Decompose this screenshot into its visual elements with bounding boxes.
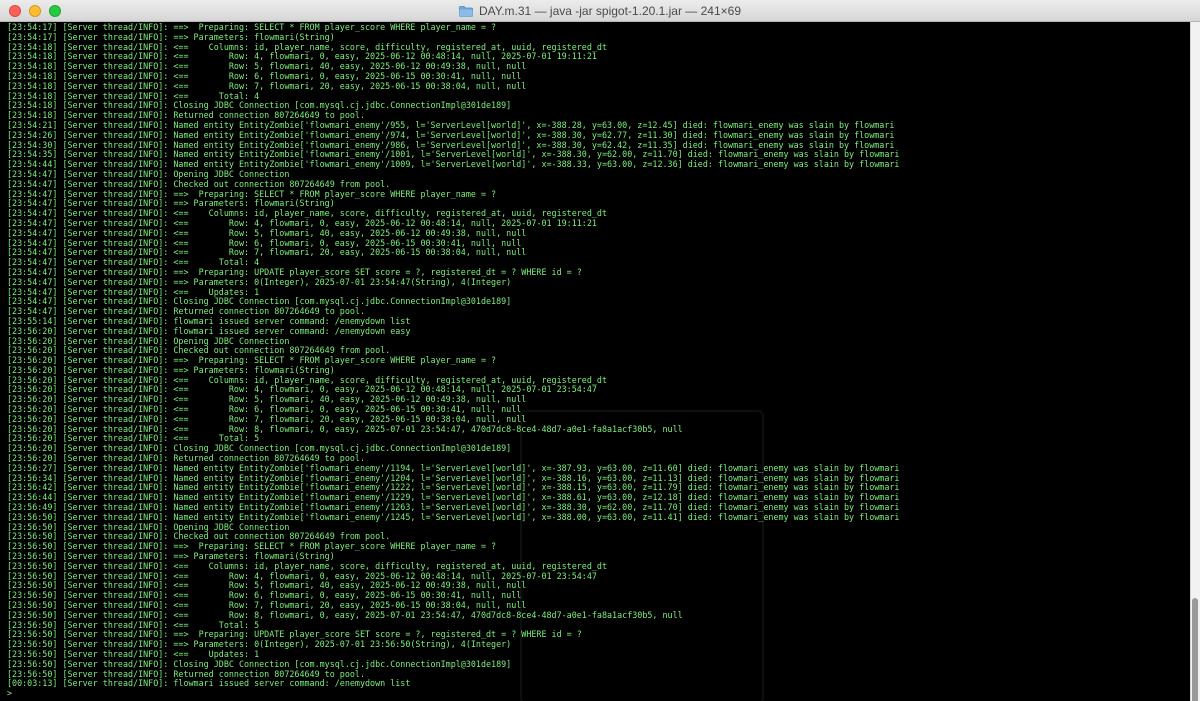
scrollbar-thumb[interactable] — [1192, 598, 1198, 701]
terminal-line: [23:56:50] [Server thread/INFO]: Named e… — [7, 512, 900, 522]
terminal-line: [23:56:20] [Server thread/INFO]: Checked… — [7, 346, 391, 356]
terminal-line: [23:56:27] [Server thread/INFO]: Named e… — [7, 463, 900, 473]
terminal-line: [23:54:47] [Server thread/INFO]: ==> Pre… — [7, 189, 497, 199]
terminal-line: [23:56:50] [Server thread/INFO]: <== Row… — [7, 571, 597, 581]
terminal-line: [23:54:18] [Server thread/INFO]: <== Row… — [7, 62, 527, 72]
prompt-symbol: > — [7, 688, 13, 699]
terminal-line: [23:56:50] [Server thread/INFO]: <== Tot… — [7, 620, 260, 630]
terminal-line: [23:56:20] [Server thread/INFO]: flowmar… — [7, 326, 411, 336]
folder-icon — [459, 5, 473, 17]
terminal-line: [23:56:50] [Server thread/INFO]: <== Row… — [7, 601, 527, 611]
terminal-line: [23:54:47] [Server thread/INFO]: Closing… — [7, 297, 512, 307]
terminal-line: [23:56:20] [Server thread/INFO]: Closing… — [7, 444, 512, 454]
terminal-line: [23:56:20] [Server thread/INFO]: <== Row… — [7, 395, 527, 405]
terminal-line: [23:54:47] [Server thread/INFO]: Checked… — [7, 179, 391, 189]
terminal-line: [23:54:47] [Server thread/INFO]: ==> Par… — [7, 199, 335, 209]
terminal-line: [23:56:50] [Server thread/INFO]: ==> Pre… — [7, 630, 582, 640]
terminal-line: [23:56:50] [Server thread/INFO]: Checked… — [7, 532, 391, 542]
terminal-line: [23:56:50] [Server thread/INFO]: <== Row… — [7, 610, 683, 620]
terminal-line: [23:56:44] [Server thread/INFO]: Named e… — [7, 493, 900, 503]
terminal-line: [23:56:20] [Server thread/INFO]: <== Tot… — [7, 434, 260, 444]
terminal-line: [23:54:26] [Server thread/INFO]: Named e… — [7, 130, 895, 140]
terminal-line: [23:56:34] [Server thread/INFO]: Named e… — [7, 473, 900, 483]
terminal-line: [23:54:35] [Server thread/INFO]: Named e… — [7, 150, 900, 160]
terminal-line: [23:56:20] [Server thread/INFO]: <== Row… — [7, 385, 597, 395]
command-prompt[interactable]: > — [7, 688, 1190, 699]
terminal-line: [23:56:50] [Server thread/INFO]: <== Col… — [7, 561, 608, 571]
terminal-line: [23:54:21] [Server thread/INFO]: Named e… — [7, 120, 895, 130]
terminal-line: [23:56:20] [Server thread/INFO]: <== Row… — [7, 405, 522, 415]
terminal-line: [23:56:50] [Server thread/INFO]: Returne… — [7, 669, 365, 679]
terminal-window: DAY.m.31 — java -jar spigot-1.20.1.jar —… — [0, 0, 1200, 701]
terminal-line: [23:56:50] [Server thread/INFO]: Opening… — [7, 522, 290, 532]
terminal-line: [23:54:47] [Server thread/INFO]: Returne… — [7, 307, 365, 317]
terminal-line: [23:54:17] [Server thread/INFO]: ==> Pre… — [7, 23, 497, 32]
title-wrap: DAY.m.31 — java -jar spigot-1.20.1.jar —… — [0, 0, 1200, 22]
terminal-line: [23:54:47] [Server thread/INFO]: ==> Par… — [7, 277, 512, 287]
terminal-line: [23:54:47] [Server thread/INFO]: Opening… — [7, 169, 290, 179]
title-bar[interactable]: DAY.m.31 — java -jar spigot-1.20.1.jar —… — [0, 0, 1200, 22]
terminal-line: [23:54:18] [Server thread/INFO]: <== Row… — [7, 52, 597, 62]
terminal-line: [23:55:14] [Server thread/INFO]: flowmar… — [7, 316, 411, 326]
terminal-line: [23:54:44] [Server thread/INFO]: Named e… — [7, 160, 900, 170]
terminal-line: [23:56:49] [Server thread/INFO]: Named e… — [7, 503, 900, 513]
terminal-line: [23:56:20] [Server thread/INFO]: <== Row… — [7, 414, 527, 424]
terminal-line: [23:56:20] [Server thread/INFO]: ==> Par… — [7, 365, 335, 375]
terminal-line: [23:56:50] [Server thread/INFO]: <== Row… — [7, 581, 527, 591]
terminal-line: [23:54:18] [Server thread/INFO]: <== Row… — [7, 81, 527, 91]
window-title: DAY.m.31 — java -jar spigot-1.20.1.jar —… — [478, 4, 742, 18]
terminal-line: [23:54:18] [Server thread/INFO]: <== Tot… — [7, 91, 260, 101]
terminal-line: [23:56:20] [Server thread/INFO]: Returne… — [7, 454, 365, 464]
terminal-line: [23:54:30] [Server thread/INFO]: Named e… — [7, 140, 895, 150]
terminal-line: [23:54:47] [Server thread/INFO]: <== Tot… — [7, 258, 260, 268]
terminal-line: [23:56:50] [Server thread/INFO]: Closing… — [7, 659, 512, 669]
scrollbar-track[interactable] — [1190, 22, 1200, 701]
terminal-line: [23:54:17] [Server thread/INFO]: ==> Par… — [7, 32, 335, 42]
terminal-line: [23:54:18] [Server thread/INFO]: Returne… — [7, 111, 365, 121]
terminal-line: [00:03:13] [Server thread/INFO]: flowmar… — [7, 679, 411, 689]
terminal-line: [23:56:20] [Server thread/INFO]: <== Row… — [7, 424, 683, 434]
terminal-line: [23:56:50] [Server thread/INFO]: ==> Pre… — [7, 542, 497, 552]
terminal-line: [23:56:20] [Server thread/INFO]: <== Col… — [7, 375, 608, 385]
terminal-line: [23:56:42] [Server thread/INFO]: Named e… — [7, 483, 900, 493]
terminal-line: [23:56:50] [Server thread/INFO]: ==> Par… — [7, 640, 512, 650]
terminal-line: [23:54:47] [Server thread/INFO]: <== Row… — [7, 228, 527, 238]
terminal-line: [23:54:18] [Server thread/INFO]: <== Col… — [7, 42, 608, 52]
terminal-output[interactable]: [23:54:17] [Server thread/INFO]: ==> Pre… — [0, 22, 1190, 701]
terminal-line: [23:54:47] [Server thread/INFO]: <== Upd… — [7, 287, 260, 297]
terminal-line: [23:54:47] [Server thread/INFO]: <== Row… — [7, 248, 527, 258]
terminal-line: [23:56:50] [Server thread/INFO]: <== Row… — [7, 591, 522, 601]
terminal-line: [23:54:18] [Server thread/INFO]: Closing… — [7, 101, 512, 111]
terminal-line: [23:56:50] [Server thread/INFO]: <== Upd… — [7, 650, 260, 659]
terminal-line: [23:56:20] [Server thread/INFO]: ==> Pre… — [7, 356, 497, 366]
terminal-line: [23:54:18] [Server thread/INFO]: <== Row… — [7, 71, 522, 81]
terminal-line: [23:54:47] [Server thread/INFO]: ==> Pre… — [7, 267, 582, 277]
terminal-line: [23:56:50] [Server thread/INFO]: ==> Par… — [7, 552, 335, 562]
terminal-line: [23:54:47] [Server thread/INFO]: <== Row… — [7, 218, 597, 228]
terminal-line: [23:54:47] [Server thread/INFO]: <== Col… — [7, 209, 608, 219]
terminal-line: [23:54:47] [Server thread/INFO]: <== Row… — [7, 238, 522, 248]
terminal-line: [23:56:20] [Server thread/INFO]: Opening… — [7, 336, 290, 346]
